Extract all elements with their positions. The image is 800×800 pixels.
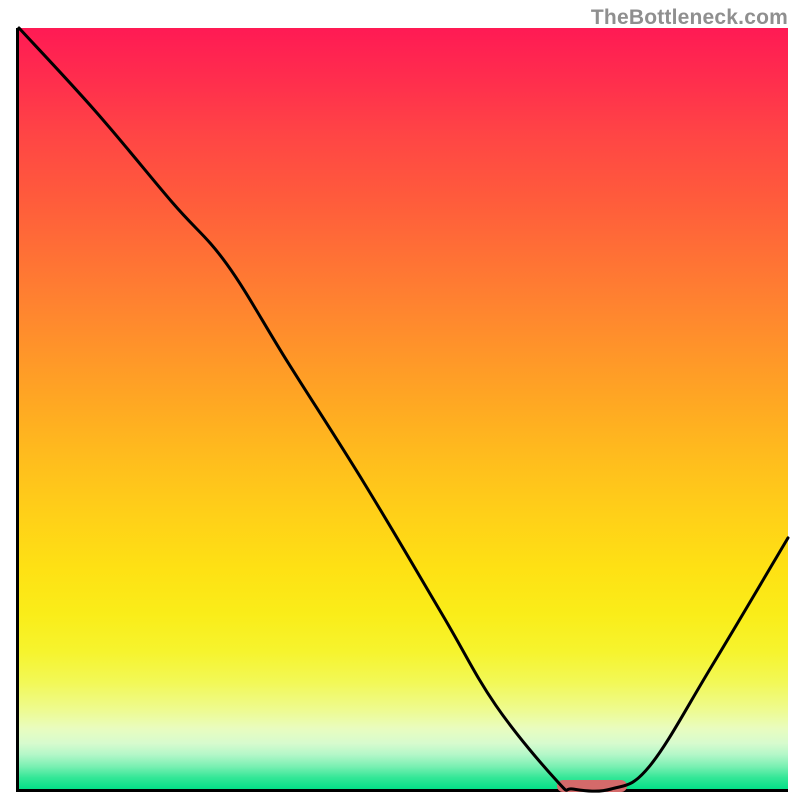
bottleneck-curve xyxy=(0,0,800,800)
attribution-text: TheBottleneck.com xyxy=(591,6,788,30)
